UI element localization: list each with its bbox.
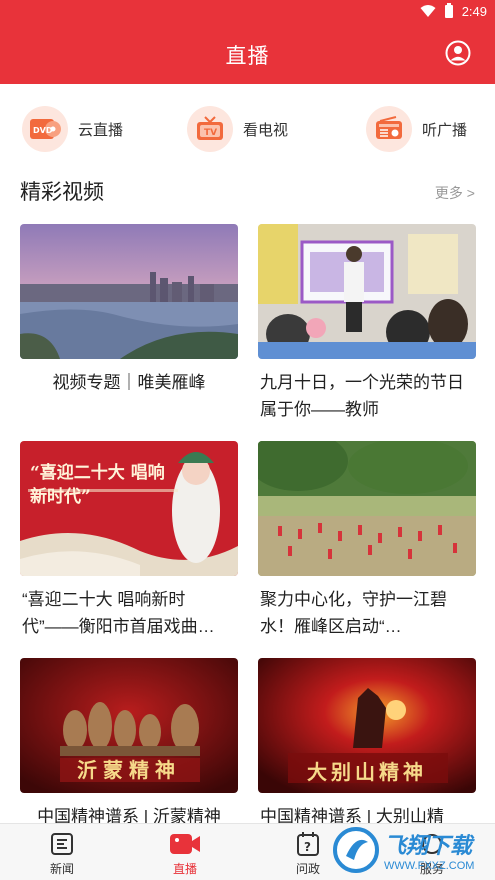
header: 直播: [0, 22, 495, 84]
thumbnail-caption: “喜迎二十大 唱响新时代”: [30, 463, 165, 507]
video-card[interactable]: 九月十日，一个光荣的节日 属于你——教师: [258, 224, 476, 423]
video-thumbnail: 大别山精神: [258, 658, 476, 793]
video-card[interactable]: “喜迎二十大 唱响新时代” “喜迎二十大 唱响新时代”——衡阳市首届戏曲…: [20, 441, 238, 640]
video-card[interactable]: 大别山精神 中国精神谱系 | 大别山精: [258, 658, 476, 830]
status-bar: 2:49: [0, 0, 495, 22]
quick-link-label: 看电视: [243, 121, 289, 139]
thumbnail-caption: 沂蒙精神: [77, 758, 181, 782]
svg-text:?: ?: [304, 840, 311, 854]
tab-label: 新闻: [49, 862, 74, 876]
video-thumbnail: [258, 224, 476, 359]
battery-icon: [444, 3, 453, 18]
video-thumbnail: [20, 224, 238, 359]
dvd-icon: DVD: [22, 106, 68, 152]
video-title: 九月十日，一个光荣的节日 属于你——教师: [260, 373, 464, 419]
quick-link-radio[interactable]: 听广播: [366, 104, 467, 154]
video-thumbnail: [258, 441, 476, 576]
svg-text:TV: TV: [204, 128, 217, 138]
radio-icon: [366, 106, 412, 152]
video-thumbnail: 沂蒙精神: [20, 658, 238, 793]
watermark: 飞翔下载 WWW.FXXZ.COM: [332, 820, 495, 880]
question-calendar-icon: ?: [297, 832, 319, 856]
tab-label: 直播: [172, 862, 197, 876]
video-camera-icon: [170, 834, 200, 854]
tab-news[interactable]: 新闻: [22, 830, 102, 877]
tv-icon: TV: [187, 106, 233, 152]
video-title: 聚力中心化，守护一江碧水！雁峰区启动“…: [260, 590, 447, 636]
video-card[interactable]: 聚力中心化，守护一江碧水！雁峰区启动“…: [258, 441, 476, 640]
wifi-icon: [420, 5, 436, 17]
quick-link-cloud-live[interactable]: DVD 云直播: [22, 104, 123, 154]
quick-link-tv[interactable]: TV 看电视: [187, 104, 288, 154]
video-title: 视频专题｜唯美雁峰: [52, 373, 206, 392]
svg-text:DVD: DVD: [33, 126, 53, 135]
section-title: 精彩视频: [20, 181, 104, 204]
watermark-url: WWW.FXXZ.COM: [384, 860, 475, 872]
user-profile-icon[interactable]: [445, 40, 471, 66]
watermark-text: 飞翔下载: [384, 833, 473, 858]
more-link[interactable]: 更多 >: [435, 183, 475, 203]
tab-live[interactable]: 直播: [145, 830, 225, 877]
quick-link-label: 云直播: [78, 121, 124, 139]
video-title: “喜迎二十大 唱响新时代”——衡阳市首届戏曲…: [22, 590, 215, 636]
video-card[interactable]: 视频专题｜唯美雁峰: [20, 224, 238, 396]
watermark-logo-icon: [333, 827, 379, 873]
video-thumbnail: “喜迎二十大 唱响新时代”: [20, 441, 238, 576]
quick-links: DVD 云直播 TV 看电视 听广播: [0, 84, 495, 172]
video-card[interactable]: 沂蒙精神 中国精神谱系 | 沂蒙精神: [20, 658, 238, 830]
thumbnail-caption: 大别山精神: [307, 760, 427, 784]
page-title: 直播: [225, 45, 270, 68]
status-time: 2:49: [461, 3, 487, 19]
quick-link-label: 听广播: [422, 121, 468, 139]
news-icon: [51, 833, 73, 855]
